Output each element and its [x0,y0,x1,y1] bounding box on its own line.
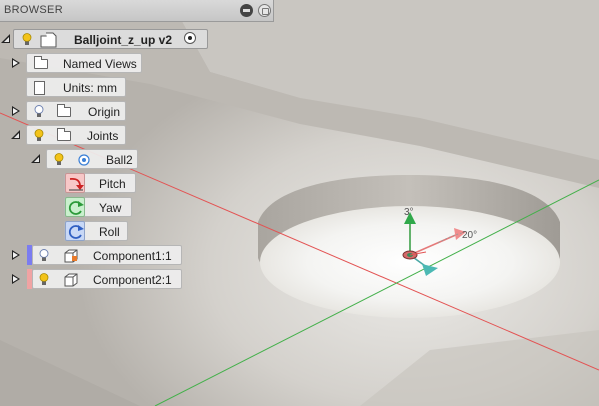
document-icon [34,81,45,95]
joints-node[interactable]: Joints [26,125,126,145]
collapse-root-icon[interactable] [1,34,10,43]
tree-item-origin[interactable]: Origin [0,100,130,122]
tree-item-label: Component2:1 [93,273,172,287]
collapse-joints-icon[interactable] [11,130,20,139]
yaw-icon [65,197,85,217]
tree-item-label: Ball2 [106,153,133,167]
expand-origin-icon[interactable] [12,106,20,116]
visibility-bulb-icon[interactable] [34,129,44,142]
root-node[interactable]: Balljoint_z_up v2 [13,29,208,49]
roll-icon [65,221,85,241]
tree-item-named-views[interactable]: Named Views [0,52,150,74]
tree-item-component2[interactable]: Component2:1 [0,268,190,290]
named-views-node[interactable]: Named Views [26,53,142,73]
visibility-bulb-icon[interactable] [22,33,32,46]
visibility-bulb-icon[interactable] [34,105,44,118]
component-icon [64,273,78,287]
assembly-icon [40,32,57,48]
tree-item-label: Joints [87,129,119,143]
ball2-node[interactable]: Ball2 [46,149,138,169]
tree-item-units[interactable]: Units: mm [0,76,130,98]
collapse-panel-icon[interactable] [240,4,253,17]
tree-item-yaw[interactable]: Yaw [0,196,140,218]
origin-node[interactable]: Origin [26,101,126,121]
browser-header: BROWSER [0,0,274,22]
tree-item-label: Roll [99,225,120,239]
tree-item-label: Units: mm [63,81,117,95]
tree-item-joints[interactable]: Joints [0,124,130,146]
tree-item-roll[interactable]: Roll [0,220,140,242]
visibility-bulb-icon[interactable] [54,153,64,166]
tree-item-pitch[interactable]: Pitch [0,172,140,194]
pin-panel-icon[interactable] [258,4,271,17]
component1-node[interactable]: Component1:1 [32,245,182,265]
folder-icon [57,128,71,141]
expand-named-views-icon[interactable] [12,58,20,68]
folder-icon [57,104,71,117]
tree-item-label: Origin [88,105,121,119]
component-link-icon [64,249,78,263]
yaw-node[interactable]: Yaw [64,197,132,217]
tree-item-component1[interactable]: Component1:1 [0,244,190,266]
visibility-bulb-icon[interactable] [39,273,49,286]
ball-joint-icon [78,154,90,166]
root-label: Balljoint_z_up v2 [74,33,173,47]
tree-item-label: Named Views [63,57,137,71]
tree-item-ball2[interactable]: Ball2 [0,148,150,170]
tree-item-label: Yaw [99,201,122,215]
triad-z-label: 3° [404,207,414,218]
tree-root[interactable]: Balljoint_z_up v2 [0,28,210,50]
roll-node[interactable]: Roll [64,221,128,241]
expand-component2-icon[interactable] [12,274,20,284]
pitch-node[interactable]: Pitch [64,173,136,193]
triad-x-label: 20° [462,230,477,241]
component2-node[interactable]: Component2:1 [32,269,182,289]
activate-radio-icon[interactable] [184,32,196,44]
visibility-bulb-icon[interactable] [39,249,49,262]
pitch-icon [65,173,85,193]
folder-icon [34,56,48,69]
expand-component1-icon[interactable] [12,250,20,260]
collapse-ball2-icon[interactable] [31,154,40,163]
units-node[interactable]: Units: mm [26,77,126,97]
browser-title: BROWSER [4,4,63,16]
tree-item-label: Component1:1 [93,249,172,263]
tree-item-label: Pitch [99,177,126,191]
